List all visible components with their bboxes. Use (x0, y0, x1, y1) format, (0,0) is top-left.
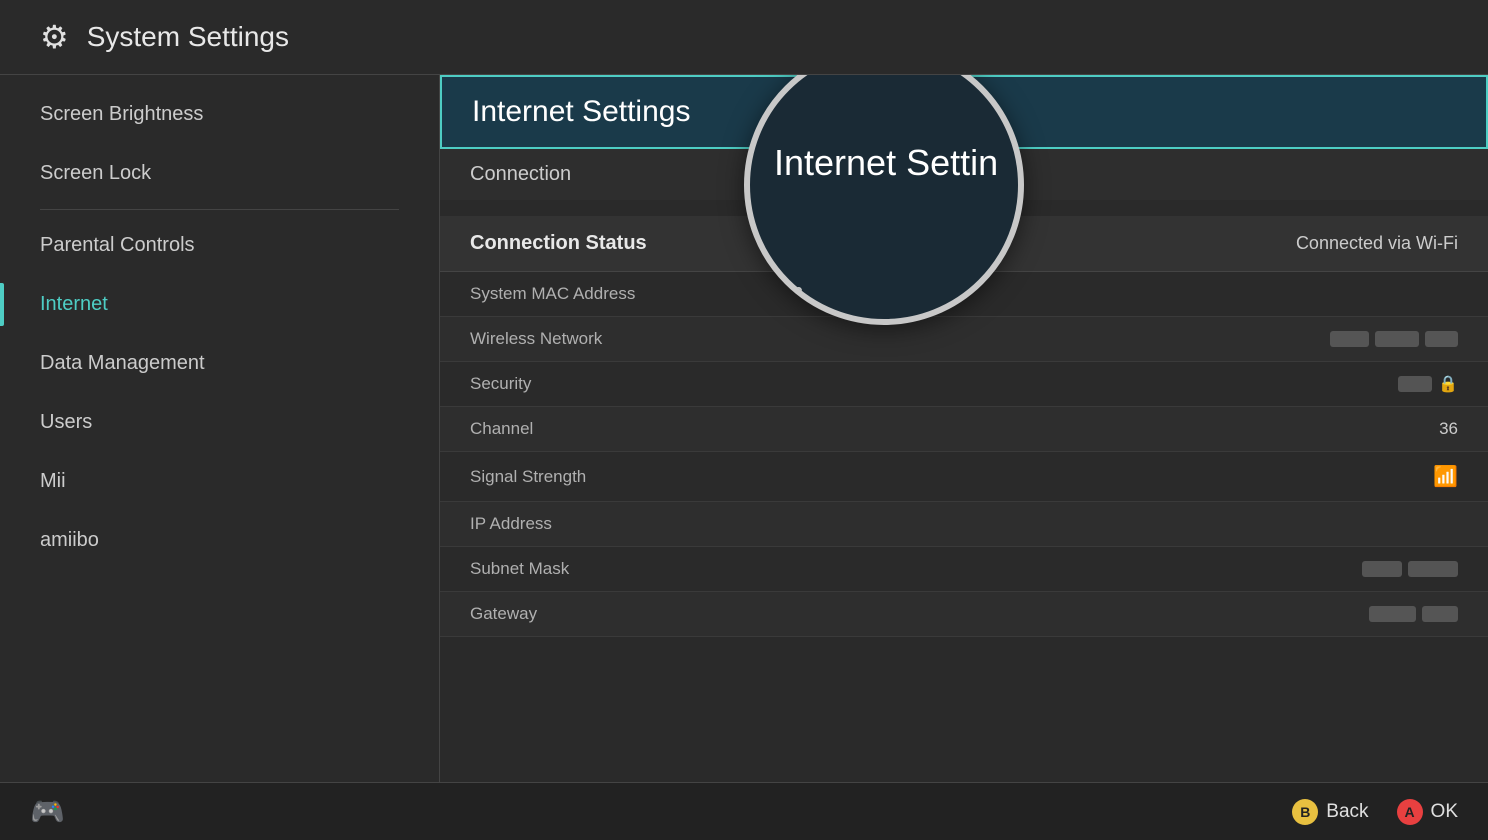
detail-row-ip-address: IP Address (440, 502, 1488, 547)
blur-block (1408, 561, 1458, 577)
detail-label-ip-address: IP Address (470, 514, 552, 534)
selected-title-text: Internet Settings (472, 95, 690, 129)
main-layout: Screen BrightnessScreen Lock Parental Con… (0, 75, 1488, 782)
blur-block (1398, 376, 1432, 392)
detail-row-channel: Channel 36 (440, 407, 1488, 452)
wifi-signal-icon: 📶 (1433, 464, 1458, 489)
detail-row-signal-strength: Signal Strength 📶 (440, 452, 1488, 502)
content-area: Internet Settin ion Internet Settings Co… (440, 75, 1488, 782)
detail-row-wireless-network: Wireless Network (440, 317, 1488, 362)
settings-gear-icon: ⚙ (40, 18, 69, 56)
blur-block (1369, 606, 1416, 622)
sidebar-item-amiibo[interactable]: amiibo (0, 511, 439, 570)
detail-label-mac-address: System MAC Address (470, 284, 635, 304)
detail-label-subnet-mask: Subnet Mask (470, 559, 569, 579)
detail-label-channel: Channel (470, 419, 533, 439)
blur-block (1425, 331, 1458, 347)
header: ⚙ System Settings (0, 0, 1488, 75)
detail-rows-container: System MAC Address Wireless Network Securi… (440, 272, 1488, 637)
detail-row-subnet-mask: Subnet Mask (440, 547, 1488, 592)
b-button-circle: B (1292, 799, 1318, 825)
bottom-bar: 🎮 B Back A OK (0, 782, 1488, 840)
connection-status-label: Connection Status (470, 232, 647, 255)
a-button-circle: A (1397, 799, 1423, 825)
connection-status-value: Connected via Wi-Fi (1296, 233, 1458, 254)
sidebar-item-users[interactable]: Users (0, 393, 439, 452)
ok-button[interactable]: A OK (1397, 799, 1458, 825)
subtitle-text: Connection (470, 163, 571, 185)
sidebar: Screen BrightnessScreen Lock Parental Con… (0, 75, 440, 782)
blur-block (1375, 331, 1419, 347)
detail-value-channel: 36 (1439, 419, 1458, 439)
detail-row-gateway: Gateway (440, 592, 1488, 637)
blur-block (1362, 561, 1402, 577)
blur-block (1422, 606, 1458, 622)
blur-block (1330, 331, 1369, 347)
sidebar-divider (40, 209, 399, 210)
detail-value-signal-strength: 📶 (1433, 464, 1458, 489)
page-title: System Settings (87, 21, 289, 53)
detail-value-wireless-network (1330, 331, 1458, 347)
console-icon: 🎮 (30, 795, 65, 828)
detail-value-gateway (1369, 606, 1458, 622)
detail-row-security: Security 🔒 (440, 362, 1488, 407)
detail-value-subnet-mask (1362, 561, 1458, 577)
sidebar-item-mii[interactable]: Mii (0, 452, 439, 511)
back-button[interactable]: B Back (1292, 799, 1368, 825)
detail-value-security: 🔒 (1398, 374, 1458, 394)
detail-label-wireless-network: Wireless Network (470, 329, 602, 349)
sidebar-item-screen-lock[interactable]: Screen Lock (0, 144, 439, 203)
detail-label-security: Security (470, 374, 531, 394)
detail-label-signal-strength: Signal Strength (470, 467, 586, 487)
bottom-buttons: B Back A OK (1292, 799, 1458, 825)
sidebar-item-internet[interactable]: Internet (0, 275, 439, 334)
sidebar-item-data-management[interactable]: Data Management (0, 334, 439, 393)
sidebar-item-screen-brightness[interactable]: Screen Brightness (0, 85, 439, 144)
content-wrapper: Internet Settin ion Internet Settings Co… (440, 75, 1488, 637)
sidebar-item-parental-controls[interactable]: Parental Controls (0, 216, 439, 275)
lock-icon: 🔒 (1438, 374, 1458, 394)
ok-label: OK (1431, 801, 1458, 823)
detail-label-gateway: Gateway (470, 604, 537, 624)
magnifier-content: Internet Settin (750, 75, 1018, 269)
magnifier-text: Internet Settin (774, 142, 998, 184)
back-label: Back (1326, 801, 1368, 823)
